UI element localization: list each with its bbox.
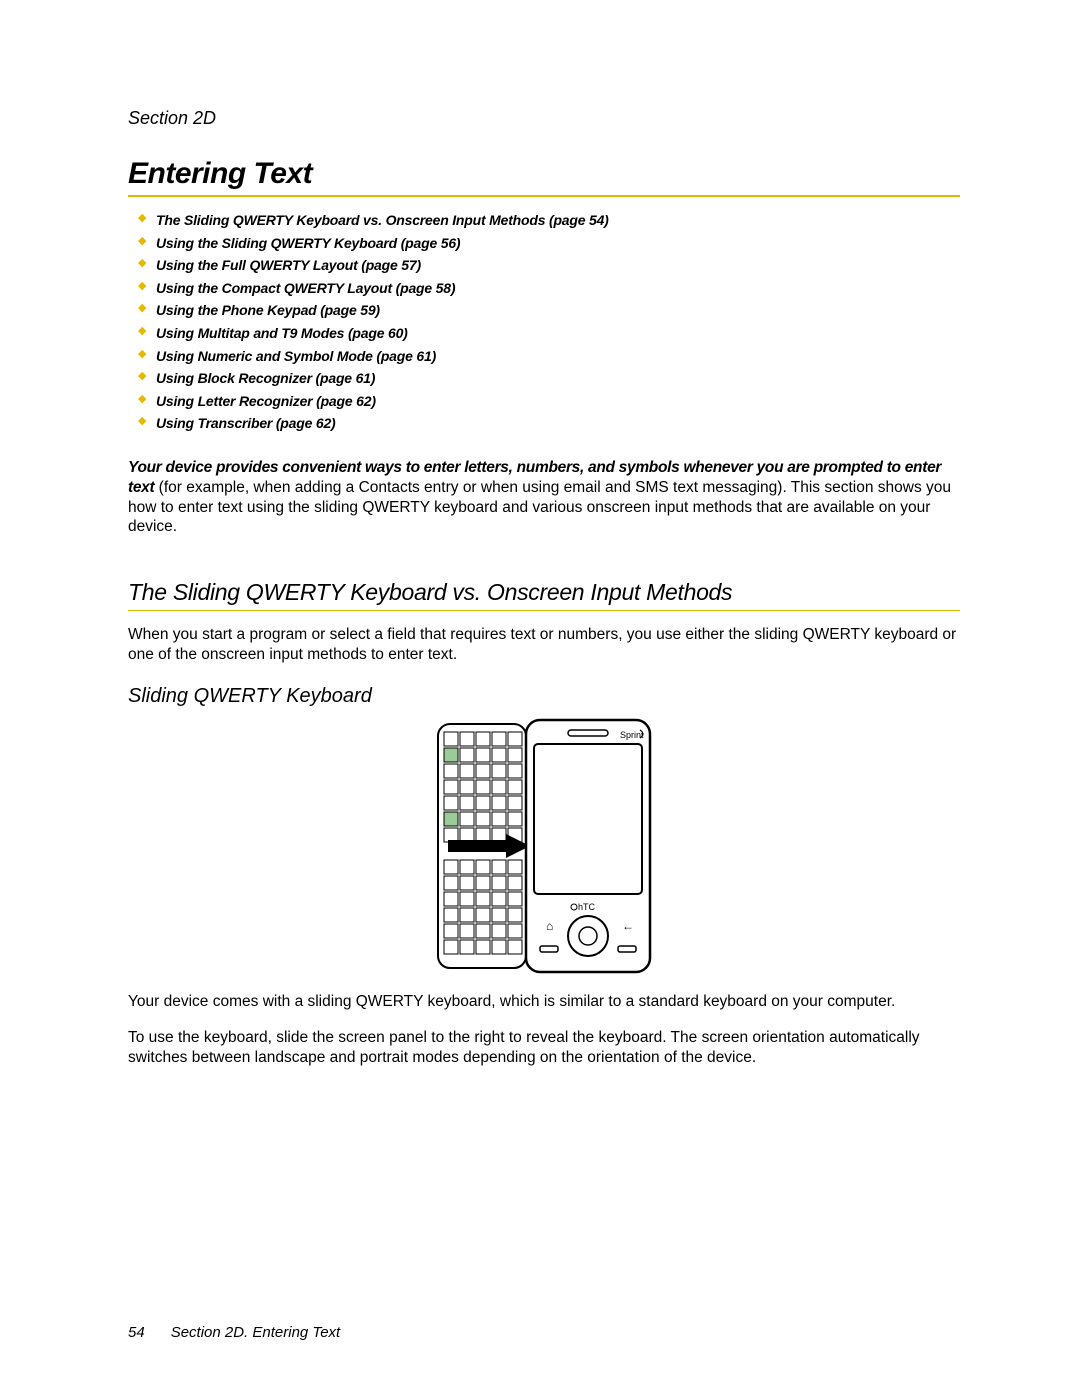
toc-item: Using the Sliding QWERTY Keyboard (page …	[128, 234, 960, 254]
page: Section 2D Entering Text The Sliding QWE…	[0, 0, 1080, 1397]
page-title: Entering Text	[128, 157, 960, 191]
toc-item: Using the Phone Keypad (page 59)	[128, 301, 960, 321]
toc-item: Using Block Recognizer (page 61)	[128, 369, 960, 389]
toc-item: Using Numeric and Symbol Mode (page 61)	[128, 347, 960, 367]
section-label: Section 2D	[128, 108, 960, 129]
intro-paragraph: Your device provides convenient ways to …	[128, 458, 960, 537]
body-p1: When you start a program or select a fie…	[128, 625, 960, 665]
toc-item: Using the Compact QWERTY Layout (page 58…	[128, 279, 960, 299]
toc-item: Using the Full QWERTY Layout (page 57)	[128, 256, 960, 276]
toc-list: The Sliding QWERTY Keyboard vs. Onscreen…	[128, 211, 960, 434]
section-h2: The Sliding QWERTY Keyboard vs. Onscreen…	[128, 579, 960, 606]
toc-item: Using Letter Recognizer (page 62)	[128, 392, 960, 412]
toc-item: Using Multitap and T9 Modes (page 60)	[128, 324, 960, 344]
footer-section: Section 2D. Entering Text	[171, 1324, 341, 1341]
page-footer: 54 Section 2D. Entering Text	[128, 1324, 340, 1341]
page-number: 54	[128, 1324, 145, 1341]
device-illustration: Sprint hTC ⌂ ←	[434, 718, 654, 974]
toc-item: The Sliding QWERTY Keyboard vs. Onscreen…	[128, 211, 960, 231]
intro-rest: (for example, when adding a Contacts ent…	[128, 479, 951, 536]
body-p2: Your device comes with a sliding QWERTY …	[128, 992, 960, 1012]
brand-bottom-label: hTC	[578, 902, 596, 912]
h2-rule	[128, 610, 960, 611]
title-rule	[128, 195, 960, 197]
svg-text:←: ←	[622, 919, 634, 933]
svg-text:⌂: ⌂	[546, 919, 553, 933]
toc-item: Using Transcriber (page 62)	[128, 414, 960, 434]
brand-top-label: Sprint	[620, 730, 644, 740]
body-p3: To use the keyboard, slide the screen pa…	[128, 1028, 960, 1068]
section-h3: Sliding QWERTY Keyboard	[128, 685, 960, 708]
